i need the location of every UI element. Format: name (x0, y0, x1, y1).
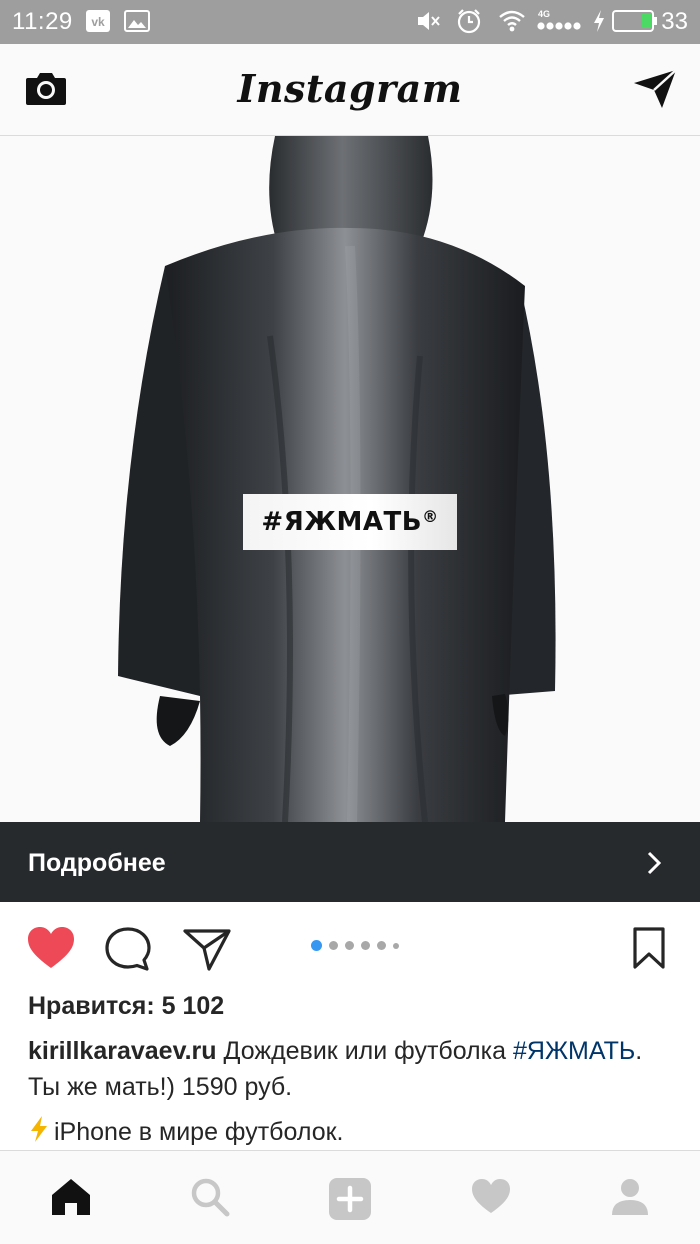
chevron-right-icon (646, 850, 662, 881)
next-caption-text: iPhone в мире футболок. (54, 1118, 344, 1146)
more-details-label: Подробнее (28, 849, 166, 877)
bookmark-icon[interactable] (632, 926, 666, 975)
status-bar: 11:29 vk 4G 33 (0, 0, 700, 44)
direct-message-icon[interactable] (632, 68, 678, 115)
home-icon[interactable] (50, 1177, 92, 1222)
caption-text: Дождевик или футболка (216, 1037, 513, 1065)
add-post-icon[interactable] (328, 1177, 372, 1226)
raincoat-photo (118, 136, 556, 822)
lightning-icon (28, 1115, 54, 1150)
status-time: 11:29 (12, 8, 73, 35)
more-details-bar[interactable]: Подробнее (0, 822, 700, 902)
carousel-dot-active (311, 940, 322, 951)
carousel-dot (345, 941, 354, 950)
mute-icon (416, 8, 442, 34)
charging-icon (592, 8, 606, 34)
caption-next-line: iPhone в мире футболок. (28, 1115, 344, 1150)
likes-count[interactable]: Нравится: 5 102 (28, 992, 224, 1021)
carousel-dot (361, 941, 370, 950)
profile-icon[interactable] (610, 1177, 650, 1222)
alarm-icon (456, 8, 482, 34)
post-image[interactable]: #ЯЖМАТЬ ® (0, 136, 700, 822)
registered-mark: ® (422, 506, 439, 526)
image-hashtag-text: #ЯЖМАТЬ (261, 507, 423, 537)
activity-icon[interactable] (470, 1177, 512, 1220)
image-icon (124, 8, 150, 34)
carousel-dot (329, 941, 338, 950)
post-caption: kirillkaravaev.ru Дождевик или футболка … (28, 1033, 678, 1105)
app-header: Instagram (0, 44, 700, 136)
wifi-icon (498, 8, 526, 34)
bottom-tab-bar (0, 1150, 700, 1244)
vk-icon: vk (86, 8, 110, 34)
like-heart-icon[interactable] (26, 926, 76, 975)
battery-icon (612, 8, 658, 34)
instagram-logo: Instagram (237, 66, 463, 111)
battery-level: 33 (661, 8, 688, 35)
comment-icon[interactable] (104, 926, 152, 977)
svg-text:4G: 4G (538, 9, 550, 19)
carousel-dot (377, 941, 386, 950)
carousel-dot (393, 942, 399, 949)
signal-icon: 4G (536, 8, 584, 34)
search-icon[interactable] (190, 1177, 230, 1222)
carousel-indicator (311, 940, 399, 951)
share-icon[interactable] (182, 926, 232, 977)
caption-hashtag[interactable]: #ЯЖМАТЬ (513, 1037, 635, 1065)
image-hashtag-label: #ЯЖМАТЬ ® (243, 494, 457, 550)
svg-text:vk: vk (91, 15, 105, 29)
caption-username[interactable]: kirillkaravaev.ru (28, 1037, 217, 1065)
